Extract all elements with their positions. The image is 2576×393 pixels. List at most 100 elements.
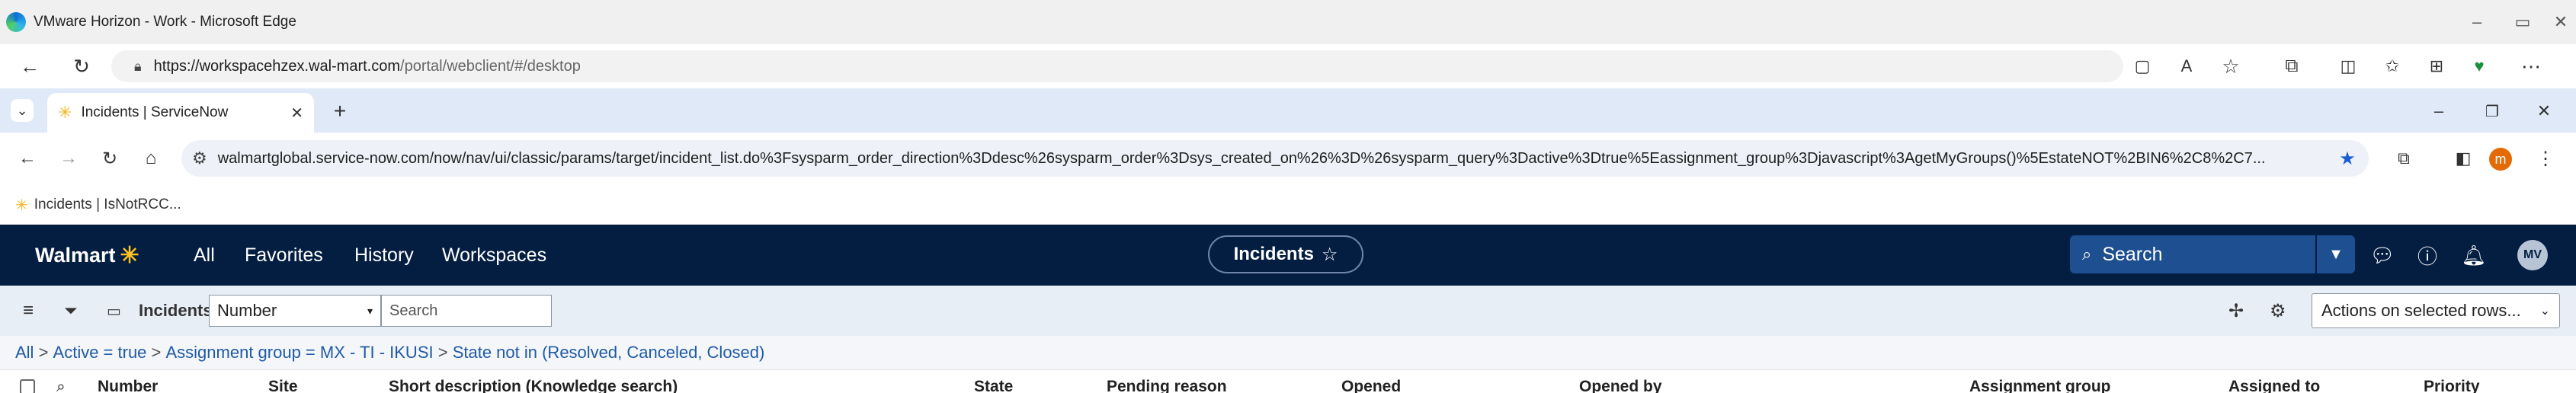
bookmarks-bar: ✳ Incidents | IsNotRCC... xyxy=(0,186,2576,225)
outer-address-bar: ← ↻ 🔒︎ https://workspacehzex.wal-mart.co… xyxy=(0,44,2576,89)
chat-icon[interactable]: 💬︎ xyxy=(2367,225,2398,286)
search-field-select[interactable]: Number ▾ xyxy=(209,295,381,327)
filter-breadcrumb: All > Active = true > Assignment group =… xyxy=(0,336,2576,369)
home-icon[interactable]: ⌂ xyxy=(136,143,166,174)
browser-essentials-icon[interactable]: ♥ xyxy=(2463,50,2495,82)
refresh-icon[interactable]: ↻ xyxy=(66,50,98,82)
breadcrumb-state[interactable]: State not in (Resolved, Canceled, Closed… xyxy=(453,343,765,363)
column-opened[interactable]: Opened xyxy=(1341,378,1401,393)
new-tab-button[interactable]: + xyxy=(326,97,354,125)
window-title-bar: VMware Horizon - Work - Microsoft Edge –… xyxy=(0,0,2576,45)
search-scope-dropdown[interactable]: ▼ xyxy=(2317,235,2355,273)
column-opened-by[interactable]: Opened by xyxy=(1579,378,1662,393)
list-title: Incidents xyxy=(139,301,213,320)
close-window-button[interactable]: ✕ xyxy=(2538,0,2576,44)
outer-url-field[interactable]: 🔒︎ https://workspacehzex.wal-mart.com/po… xyxy=(111,50,2123,82)
global-search-field[interactable]: ⌕ Search xyxy=(2070,235,2315,273)
profile-avatar[interactable]: m xyxy=(2489,148,2512,171)
inner-menu-icon[interactable]: ⋮ xyxy=(2530,143,2561,174)
walmart-spark-icon: ✳ xyxy=(120,242,139,268)
notifications-bell-icon[interactable]: 🔔︎ xyxy=(2459,225,2489,286)
extensions-puzzle-icon[interactable]: ⧉ xyxy=(2389,143,2419,174)
favorite-star-icon[interactable]: ☆ xyxy=(1322,244,1338,266)
breadcrumb-separator: > xyxy=(433,343,453,362)
list-options-icon[interactable]: ▭ xyxy=(107,286,121,336)
column-assigned-to[interactable]: Assigned to xyxy=(2228,378,2320,393)
settings-gear-icon[interactable]: ⚙︎ xyxy=(2270,286,2286,336)
column-state[interactable]: State xyxy=(974,378,1013,393)
list-toolbar: ≡ ⏷ ▭ Incidents Number ▾ Search ✢ ⚙︎ Act… xyxy=(0,286,2576,337)
select-caret-icon: ▾ xyxy=(367,304,373,317)
sparkle-assist-icon[interactable]: ✢ xyxy=(2228,286,2244,336)
nav-history[interactable]: History xyxy=(354,225,414,286)
window-title: VMware Horizon - Work - Microsoft Edge xyxy=(34,14,296,30)
column-assignment-group[interactable]: Assignment group xyxy=(1969,378,2111,393)
split-screen-icon[interactable]: ▢ xyxy=(2126,50,2158,82)
inner-url-field[interactable]: ⚙︎ walmartglobal.service-now.com/now/nav… xyxy=(181,140,2369,177)
filter-icon[interactable]: ⏷ xyxy=(64,286,78,336)
nav-workspaces[interactable]: Workspaces xyxy=(442,225,546,286)
close-tab-icon[interactable]: ✕ xyxy=(290,104,303,123)
tab-search-chevron-icon[interactable]: ⌄ xyxy=(11,99,34,122)
actions-select[interactable]: Actions on selected rows... ⌄ xyxy=(2312,293,2560,328)
site-info-icon[interactable]: ⚙︎ xyxy=(192,149,207,168)
select-caret-icon: ⌄ xyxy=(2539,305,2550,318)
side-panel-icon[interactable]: ◧ xyxy=(2448,143,2478,174)
minimize-inner-button[interactable]: – xyxy=(2424,97,2454,125)
inner-reload-icon[interactable]: ↻ xyxy=(95,143,125,174)
column-number[interactable]: Number xyxy=(98,378,158,393)
servicenow-header: Walmart ✳ All Favorites History Workspace… xyxy=(0,225,2576,286)
hamburger-menu-icon[interactable]: ≡ xyxy=(23,286,34,336)
restore-inner-button[interactable]: ❐ xyxy=(2477,97,2507,125)
outer-url-path: /portal/webclient/#/desktop xyxy=(400,57,581,75)
bookmark-incidents[interactable]: Incidents | IsNotRCC... xyxy=(34,196,181,213)
column-site[interactable]: Site xyxy=(268,378,298,393)
tab-label: Incidents | ServiceNow xyxy=(81,104,229,120)
column-search-icon[interactable]: ⌕ xyxy=(56,378,66,393)
column-pending-reason[interactable]: Pending reason xyxy=(1107,378,1227,393)
nav-all[interactable]: All xyxy=(194,225,215,286)
tab-strip: ⌄ ✳ Incidents | ServiceNow ✕ + – ❐ ✕ xyxy=(0,88,2576,133)
tab-incidents[interactable]: ✳ Incidents | ServiceNow ✕ xyxy=(47,93,314,133)
inner-forward-icon[interactable]: → xyxy=(53,143,84,174)
lock-icon: 🔒︎ xyxy=(134,58,142,74)
breadcrumb-all[interactable]: All xyxy=(15,343,34,363)
nav-favorites[interactable]: Favorites xyxy=(245,225,323,286)
inner-url-text: walmartglobal.service-now.com/now/nav/ui… xyxy=(217,149,2266,167)
close-inner-button[interactable]: ✕ xyxy=(2529,97,2559,125)
minimize-button[interactable]: – xyxy=(2454,0,2500,44)
outer-url-host: https://workspacehzex.wal-mart.com xyxy=(153,57,401,75)
read-aloud-icon[interactable]: A xyxy=(2171,50,2203,82)
user-avatar[interactable]: MV xyxy=(2517,240,2548,270)
walmart-logo[interactable]: Walmart ✳ xyxy=(35,225,139,286)
help-icon[interactable]: ⓘ xyxy=(2412,225,2443,286)
inner-back-icon[interactable]: ← xyxy=(12,143,43,174)
breadcrumb-active[interactable]: Active = true xyxy=(53,343,147,363)
list-column-headers: ⌕ Number Site Short description (Knowled… xyxy=(0,369,2576,393)
back-icon[interactable]: ← xyxy=(14,50,46,82)
breadcrumb-assignment-group[interactable]: Assignment group = MX - TI - IKUSI xyxy=(166,343,434,363)
breadcrumb-separator: > xyxy=(146,343,166,362)
search-icon: ⌕ xyxy=(2082,244,2092,264)
list-search-input[interactable]: Search xyxy=(381,295,552,327)
bookmark-star-icon[interactable]: ★ xyxy=(2332,143,2363,174)
extensions-icon[interactable]: ⧉ xyxy=(2276,50,2308,82)
bookmark-favicon-icon: ✳ xyxy=(15,196,28,214)
favorite-star-icon[interactable]: ☆ xyxy=(2215,50,2247,82)
search-label: Search xyxy=(2102,243,2163,265)
search-field-value: Number xyxy=(217,301,277,320)
edge-logo-icon xyxy=(6,12,26,32)
context-title: Incidents xyxy=(1233,244,1314,264)
select-all-checkbox[interactable] xyxy=(20,379,35,393)
favorites-icon[interactable]: ✩ xyxy=(2376,50,2408,82)
inner-address-bar: ← → ↻ ⌂ ⚙︎ walmartglobal.service-now.com… xyxy=(0,133,2576,186)
more-icon[interactable]: ⋯ xyxy=(2515,50,2547,82)
collections-icon[interactable]: ⊞ xyxy=(2421,50,2453,82)
context-title-pill[interactable]: Incidents ☆ xyxy=(1208,235,1363,273)
servicenow-favicon-icon: ✳ xyxy=(58,103,72,122)
split-icon[interactable]: ◫ xyxy=(2332,50,2364,82)
column-short-description[interactable]: Short description (Knowledge search) xyxy=(389,378,678,393)
column-priority[interactable]: Priority xyxy=(2424,378,2480,393)
actions-select-value: Actions on selected rows... xyxy=(2321,301,2521,320)
brand-name: Walmart xyxy=(35,243,116,267)
